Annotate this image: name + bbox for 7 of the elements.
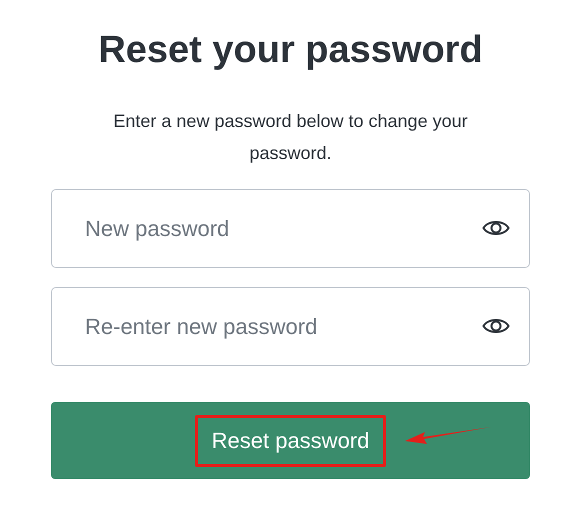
reset-password-button[interactable]: Reset password xyxy=(51,402,530,479)
password-field[interactable]: New password xyxy=(51,189,530,268)
eye-icon[interactable] xyxy=(482,218,510,238)
password-field[interactable]: Re-enter new password xyxy=(51,287,530,366)
page-title: Reset your password xyxy=(97,28,484,73)
instruction-text: Enter a new password below to change your password. xyxy=(112,110,469,165)
eye-icon[interactable] xyxy=(482,316,510,336)
